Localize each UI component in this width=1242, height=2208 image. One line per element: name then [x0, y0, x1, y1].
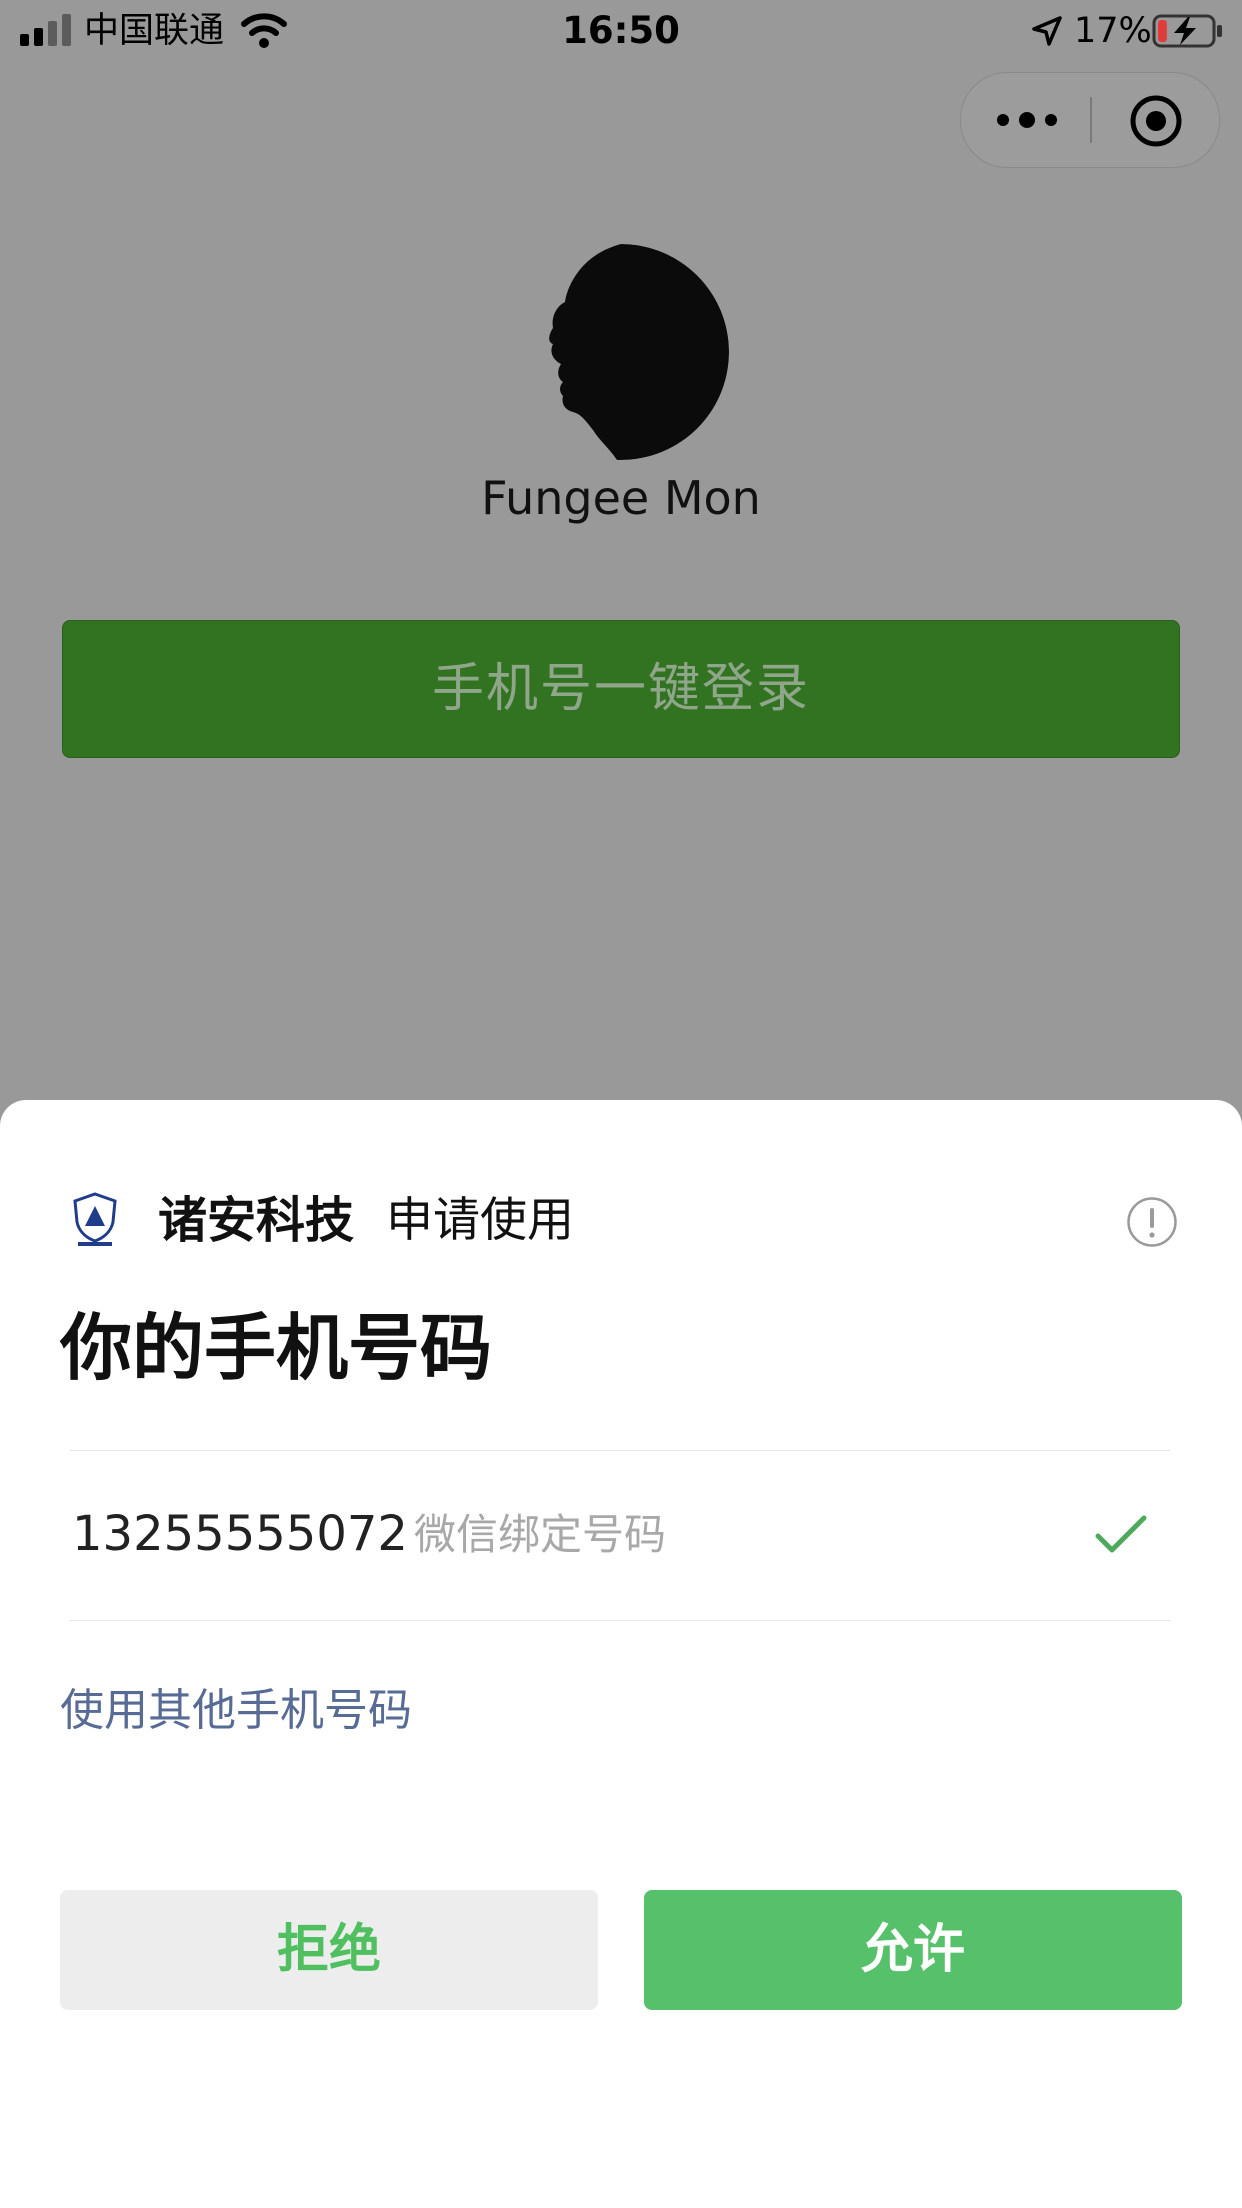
location-arrow-icon	[1032, 16, 1062, 46]
allow-button[interactable]: 允许	[644, 1890, 1182, 2010]
request-label: 申请使用	[386, 1193, 574, 1248]
checkmark-icon	[1095, 1515, 1147, 1553]
app-name: 诸安科技	[158, 1192, 355, 1249]
battery-charging-icon	[1152, 14, 1222, 48]
phone-login-button[interactable]: 手机号一键登录	[62, 620, 1180, 758]
phone-number: 13255555072	[72, 1506, 408, 1562]
permission-sheet: 诸安科技 申请使用 你的手机号码 13255555072 微信绑定号码 使用其他…	[0, 1100, 1242, 2208]
divider-bottom	[70, 1620, 1170, 1621]
reject-button[interactable]: 拒绝	[60, 1890, 598, 2010]
user-name: Fungee Mon	[481, 471, 761, 525]
target-close-icon[interactable]	[1129, 94, 1183, 148]
phone-option-row[interactable]: 13255555072 微信绑定号码	[70, 1450, 1170, 1620]
sheet-title: 你的手机号码	[60, 1306, 493, 1390]
use-other-phone-link[interactable]: 使用其他手机号码	[60, 1680, 412, 1742]
app-logo-shield-icon	[73, 1192, 117, 1246]
avatar	[513, 244, 729, 460]
info-exclamation-icon[interactable]	[1126, 1196, 1178, 1248]
status-bar: 中国联通 16:50 17%	[0, 0, 1242, 64]
more-dots-icon[interactable]	[991, 97, 1063, 143]
capsule-divider	[1090, 97, 1092, 143]
capsule-menu	[960, 72, 1220, 168]
battery-percent: 17%	[1074, 11, 1152, 51]
phone-description: 微信绑定号码	[414, 1510, 667, 1559]
